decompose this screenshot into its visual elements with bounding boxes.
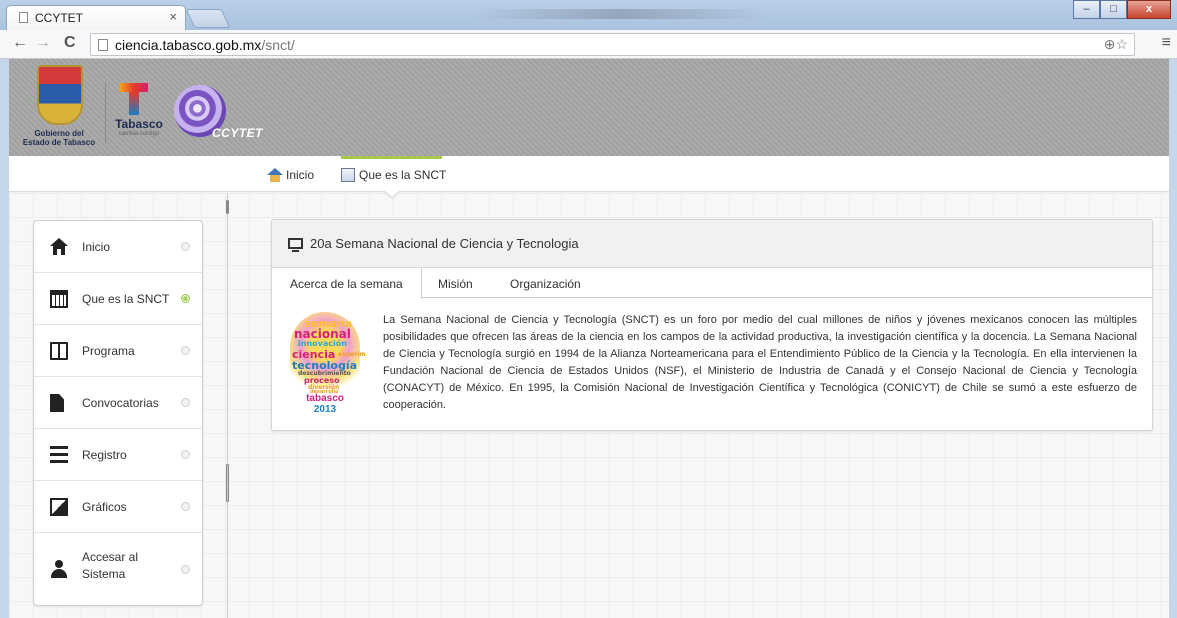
calendar-icon xyxy=(50,290,68,308)
browser-tab[interactable]: CCYTET × xyxy=(6,5,186,30)
new-tab-button[interactable] xyxy=(185,9,231,28)
tabasco-logo-sub: cambia contigo xyxy=(118,131,160,137)
status-dot xyxy=(181,502,190,511)
browser-toolbar: ← → C ciencia.tabasco.gob.mx/snct/ ⊕☆ ≡ xyxy=(0,30,1177,59)
back-button[interactable]: ← xyxy=(12,34,28,52)
logo-word: innovación xyxy=(298,339,347,348)
sidebar-item-programa[interactable]: Programa xyxy=(34,325,202,377)
description-text: La Semana Nacional de Ciencia y Tecnolog… xyxy=(383,314,1137,411)
gov-line2: Estado de Tabasco xyxy=(22,138,96,147)
sidebar-item-accesar[interactable]: Accesar al Sistema xyxy=(34,533,202,605)
nav-item-inicio[interactable]: Inicio xyxy=(267,168,314,182)
user-icon xyxy=(50,560,68,578)
forward-button[interactable]: → xyxy=(35,34,51,52)
page-icon xyxy=(19,12,28,23)
page-icon xyxy=(98,39,108,51)
panel-title: 20a Semana Nacional de Ciencia y Tecnolo… xyxy=(310,236,579,251)
file-icon xyxy=(50,394,64,412)
monitor-icon xyxy=(288,238,303,252)
status-dot xyxy=(181,346,190,355)
splitter-handle[interactable] xyxy=(226,200,229,214)
content-panel: 20a Semana Nacional de Ciencia y Tecnolo… xyxy=(271,219,1153,431)
logo-place: tabasco xyxy=(306,393,344,404)
window-controls: – □ x xyxy=(1073,0,1171,20)
status-dot xyxy=(181,450,190,459)
top-navigation: Inicio Que es la SNCT xyxy=(9,156,1169,192)
sidebar-item-convocatorias[interactable]: Convocatorias xyxy=(34,377,202,429)
sidebar-item-label: Que es la SNCT xyxy=(82,292,170,306)
sidebar-item-label: Gráficos xyxy=(82,500,127,514)
home-icon xyxy=(267,168,283,182)
status-dot xyxy=(181,242,190,251)
splitter-grip[interactable] xyxy=(226,464,229,502)
tabasco-logo-text: Tabasco xyxy=(115,117,163,131)
tab-mision[interactable]: Misión xyxy=(420,268,491,298)
reload-button[interactable]: C xyxy=(64,34,76,52)
url-text[interactable]: ciencia.tabasco.gob.mx/snct/ xyxy=(115,37,295,53)
close-tab-icon[interactable]: × xyxy=(169,9,177,24)
gov-line1: Gobierno del xyxy=(34,129,84,138)
nav-label: Inicio xyxy=(286,168,315,182)
maximize-button[interactable]: □ xyxy=(1100,0,1127,19)
active-nav-indicator xyxy=(341,156,442,159)
browser-tabstrip: CCYTET × – □ x xyxy=(0,0,1177,30)
nav-caret xyxy=(384,190,400,197)
tab-title: CCYTET xyxy=(35,11,83,25)
menu-icon[interactable]: ≡ xyxy=(1162,34,1171,52)
home-icon xyxy=(50,238,68,256)
sidebar-item-registro[interactable]: Registro xyxy=(34,429,202,481)
panel-header: 20a Semana Nacional de Ciencia y Tecnolo… xyxy=(272,220,1152,268)
sidebar-item-label: Registro xyxy=(82,448,127,462)
ccytet-logo-text: CCYTET xyxy=(212,126,263,140)
logo-divider xyxy=(105,83,106,143)
sidebar-item-snct[interactable]: Que es la SNCT xyxy=(34,273,202,325)
snct-logo: semana nacional innovación ciencia exper… xyxy=(290,312,366,426)
nav-item-snct[interactable]: Que es la SNCT xyxy=(341,168,446,182)
picture-icon xyxy=(50,498,68,516)
sidebar-item-label: Programa xyxy=(82,344,135,358)
tab-organizacion[interactable]: Organización xyxy=(492,268,599,298)
sidebar-item-label: Accesar al Sistema xyxy=(82,550,139,581)
tab-acerca[interactable]: Acerca de la semana xyxy=(272,268,422,299)
active-status-dot xyxy=(181,294,190,303)
logo-word: experim xyxy=(338,351,366,358)
logo-year: 2013 xyxy=(313,404,337,415)
gov-logo-text: Gobierno del Estado de Tabasco xyxy=(15,129,103,147)
nav-label: Que es la SNCT xyxy=(359,168,447,182)
document-icon xyxy=(341,168,355,182)
status-dot xyxy=(181,565,190,574)
state-shield-logo xyxy=(37,65,83,125)
sidebar-divider xyxy=(227,193,228,618)
sidebar-item-graficos[interactable]: Gráficos xyxy=(34,481,202,533)
tabasco-logo xyxy=(120,83,148,115)
web-page: Gobierno del Estado de Tabasco Tabasco c… xyxy=(9,59,1169,618)
site-header: Gobierno del Estado de Tabasco Tabasco c… xyxy=(9,59,1169,156)
status-dot xyxy=(181,398,190,407)
book-icon xyxy=(50,342,68,360)
sidebar: Inicio Que es la SNCT Programa Convocato… xyxy=(33,220,203,606)
sidebar-item-label: Inicio xyxy=(82,240,111,254)
window-title-blur xyxy=(470,9,770,19)
panel-tabs: Acerca de la semana Misión Organización xyxy=(272,268,1152,299)
url-host: ciencia.tabasco.gob.mx xyxy=(115,37,262,53)
zoom-star-icon[interactable]: ⊕☆ xyxy=(1104,36,1128,53)
minimize-button[interactable]: – xyxy=(1073,0,1100,19)
sidebar-item-inicio[interactable]: Inicio xyxy=(34,221,202,273)
sidebar-item-label: Convocatorias xyxy=(82,396,159,410)
url-path: /snct/ xyxy=(261,37,295,53)
list-icon xyxy=(50,446,68,463)
close-window-button[interactable]: x xyxy=(1127,0,1171,19)
address-bar[interactable]: ciencia.tabasco.gob.mx/snct/ ⊕☆ xyxy=(90,33,1135,56)
